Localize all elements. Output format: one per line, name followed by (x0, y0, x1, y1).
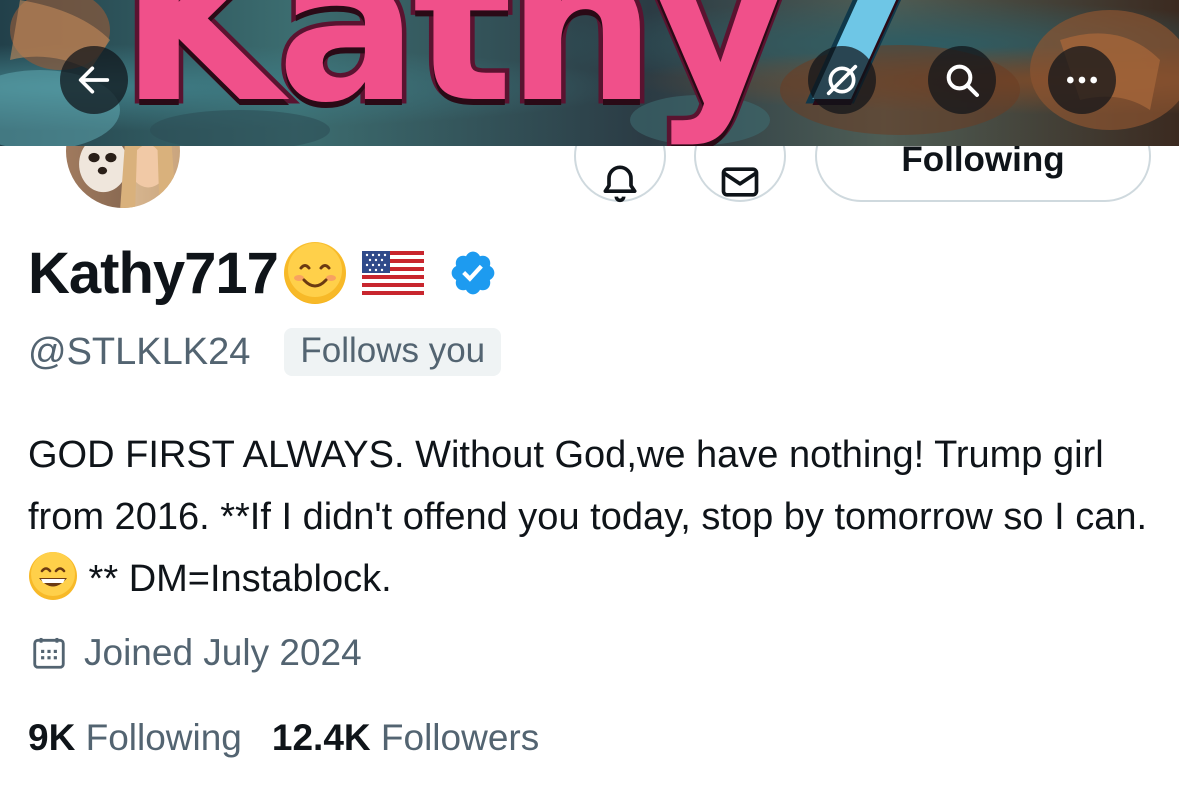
bio-text-part2: ** DM=Instablock. (78, 558, 392, 600)
bell-icon (603, 165, 637, 203)
verified-badge-icon[interactable] (448, 248, 498, 298)
calendar-icon (33, 637, 65, 669)
envelope-icon (721, 167, 759, 197)
follows-you-badge: Follows you (284, 328, 502, 376)
following-label: Following (85, 717, 242, 758)
profile-bio: GOD FIRST ALWAYS. Without God,we have no… (28, 424, 1158, 610)
following-stat-link[interactable]: 9K Following (28, 717, 242, 759)
search-button[interactable] (928, 46, 996, 114)
grok-icon (826, 64, 858, 96)
follow-stats: 9K Following 12.4K Followers (28, 717, 539, 759)
smiling-face-icon (283, 242, 346, 304)
profile-name-row: Kathy717 (28, 238, 498, 308)
bio-text-part1: GOD FIRST ALWAYS. Without God,we have no… (28, 434, 1148, 538)
back-button[interactable] (60, 46, 128, 114)
grok-button[interactable] (808, 46, 876, 114)
following-count: 9K (28, 717, 76, 758)
user-handle: @STLKLK24 (28, 330, 251, 373)
profile-banner[interactable]: Kathy7 (0, 0, 1179, 146)
followers-stat-link[interactable]: 12.4K Followers (272, 717, 539, 759)
followers-label: Followers (380, 717, 540, 758)
search-icon (946, 64, 979, 97)
more-button[interactable] (1048, 46, 1116, 114)
arrow-left-icon (78, 66, 110, 94)
joined-date-row: Joined July 2024 (30, 632, 362, 674)
grinning-face-icon (29, 552, 77, 600)
us-flag-icon (361, 251, 424, 295)
joined-date: Joined July 2024 (84, 632, 362, 673)
followers-count: 12.4K (271, 717, 371, 758)
display-name: Kathy717 (28, 240, 279, 306)
more-horizontal-icon (1067, 76, 1097, 84)
handle-row: @STLKLK24 Follows you (28, 328, 502, 376)
banner-graffiti-text: Kathy7 (115, 0, 931, 146)
